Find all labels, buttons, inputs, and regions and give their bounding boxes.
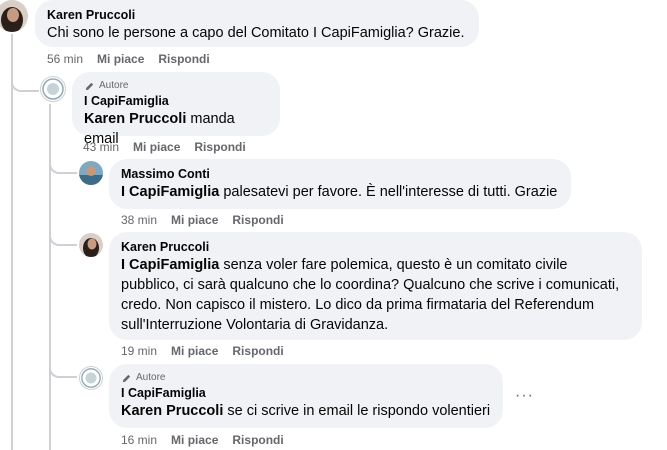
comment-bubble: Massimo Conti I CapiFamiglia palesatevi … [109,159,571,209]
more-options-icon[interactable]: ··· [515,387,534,405]
author-badge: Autore [84,79,268,93]
comment-body: senza voler fare polemica, questo è un c… [223,257,568,273]
comment-time[interactable]: 43 min [83,139,119,155]
mention-tag[interactable]: I CapiFamiglia [121,257,219,273]
user-photo-icon [0,0,28,32]
reply-button[interactable]: Rispondi [194,139,245,155]
pencil-icon [122,374,131,382]
reply-button[interactable]: Rispondi [232,343,283,359]
comment-text: I CapiFamiglia senza voler fare polemica… [121,255,630,335]
comment-body: se ci scrive in email le rispondo volent… [227,403,491,419]
comment-actions: 16 min Mi piace Rispondi [121,432,298,448]
reply-button[interactable]: Rispondi [232,212,283,228]
comment-line: I CapiFamiglia senza voler fare polemica… [121,255,630,275]
mention-tag[interactable]: Karen Pruccoli [121,403,223,419]
group-logo-icon [42,78,64,100]
badge-label: Autore [136,372,166,383]
avatar[interactable] [79,366,103,390]
comment-line: sull'Interruzione Volontaria di Gravidan… [121,317,389,333]
thread-connector [49,156,77,174]
like-button[interactable]: Mi piace [171,432,218,448]
thread-line-main [11,34,13,450]
pencil-icon [85,82,94,90]
mention-tag[interactable]: I CapiFamiglia [121,184,219,200]
comment-author[interactable]: I CapiFamiglia [121,385,491,401]
user-photo-icon [79,233,103,257]
avatar[interactable] [40,76,66,102]
reply-button[interactable]: Rispondi [232,432,283,448]
comment-bubble: Karen Pruccoli Chi sono le persone a cap… [35,0,479,47]
group-logo-icon [81,368,101,388]
comment-author[interactable]: Karen Pruccoli [47,7,467,23]
thread-connector [49,228,77,246]
avatar[interactable] [79,161,103,185]
like-button[interactable]: Mi piace [133,139,180,155]
thread-connector [49,360,77,378]
comment-actions: 38 min Mi piace Rispondi [121,212,298,228]
comment-time[interactable]: 16 min [121,432,157,448]
like-button[interactable]: Mi piace [171,212,218,228]
comment-bubble: Karen Pruccoli I CapiFamiglia senza vole… [109,232,642,340]
comment-bubble: Autore I CapiFamiglia Karen Pruccoli se … [109,364,503,428]
reply-button[interactable]: Rispondi [158,51,209,67]
author-badge: Autore [121,371,491,385]
like-button[interactable]: Mi piace [171,343,218,359]
thread-connector [11,72,39,92]
comment-actions: 43 min Mi piace Rispondi [83,139,260,155]
comment-time[interactable]: 38 min [121,212,157,228]
comment-time[interactable]: 56 min [47,51,83,67]
comment-text: Chi sono le persone a capo del Comitato … [47,25,465,41]
avatar[interactable] [0,0,28,32]
comment-actions: 19 min Mi piace Rispondi [121,343,298,359]
comment-body: palesatevi per favore. È nell'interesse … [223,184,558,200]
comment-author[interactable]: Karen Pruccoli [121,239,630,255]
comment-time[interactable]: 19 min [121,343,157,359]
comment-text: I CapiFamiglia palesatevi per favore. È … [121,182,559,202]
like-button[interactable]: Mi piace [97,51,144,67]
comment-bubble: Autore I CapiFamiglia Karen Pruccoli man… [72,72,280,147]
avatar[interactable] [79,233,103,257]
comment-author[interactable]: I CapiFamiglia [84,93,268,109]
user-photo-icon [79,161,103,185]
comment-author[interactable]: Massimo Conti [121,166,559,182]
mention-tag[interactable]: Karen Pruccoli [84,111,186,127]
comment-line: pubblico, ci sarà qualcuno che lo coordi… [121,277,620,293]
comment-text: Karen Pruccoli se ci scrive in email le … [121,401,491,421]
badge-label: Autore [99,80,129,91]
comment-line: credo. Non capisco il mistero. Lo dico d… [121,297,595,313]
comment-actions: 56 min Mi piace Rispondi [47,51,224,67]
